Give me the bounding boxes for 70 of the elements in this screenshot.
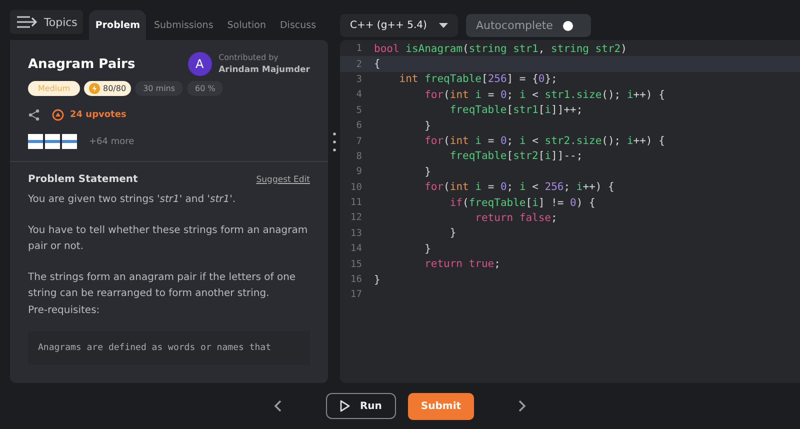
- company-logo: [45, 134, 60, 149]
- tag: 80/80: [84, 81, 132, 96]
- line-number: 6: [355, 120, 363, 132]
- code-line: if(freqTable[i] != 0) {: [448, 196, 596, 209]
- code-line: }: [424, 166, 431, 178]
- code-line: }: [374, 274, 380, 286]
- tab[interactable]: Problem: [89, 10, 146, 40]
- company-logo: [62, 134, 77, 149]
- code-line: for(int i = 0; i < str1.size(); i++) {: [424, 88, 665, 101]
- submit-button[interactable]: Submit: [408, 392, 474, 420]
- bolt-icon: [89, 83, 100, 94]
- code-block: Anagrams are defined as words or names that: [28, 331, 310, 365]
- line-number: 11: [350, 197, 363, 208]
- chevron-right-icon[interactable]: [518, 400, 526, 412]
- play-icon: [340, 400, 350, 412]
- code-line: for(int i = 0; i < 256; i++) {: [424, 181, 614, 194]
- tab[interactable]: Submissions: [148, 10, 220, 40]
- line-number: 14: [350, 243, 363, 254]
- topics-button[interactable]: Topics: [10, 10, 84, 34]
- menu-icon: [16, 15, 38, 29]
- chevron-left-icon[interactable]: [274, 400, 282, 412]
- section-heading: Problem Statement: [28, 174, 138, 185]
- line-number: 5: [355, 104, 363, 116]
- line-number: 9: [355, 166, 363, 178]
- avatar: A: [188, 52, 212, 76]
- code-line: }: [424, 120, 431, 132]
- code-line: int freqTable[256] = {0};: [398, 73, 558, 86]
- line-number: 17: [350, 289, 363, 300]
- paragraph: You have to tell whether these strings form an anagram pair or not.: [28, 224, 309, 254]
- contributor-label: Contributed by: [218, 53, 280, 62]
- code-line: bool isAnagram(string str1, string str2): [374, 42, 627, 55]
- company-logo: [28, 134, 43, 149]
- line-number: 4: [355, 89, 363, 100]
- line-number: 13: [350, 228, 363, 239]
- drag-handle-icon[interactable]: [332, 132, 336, 152]
- line-number: 7: [355, 136, 363, 147]
- problem-title: Anagram Pairs: [28, 56, 136, 72]
- language-dropdown[interactable]: C++ (g++ 5.4): [340, 14, 458, 37]
- code-line: freqTable[str1[i]]++;: [448, 104, 583, 116]
- tag: 30 mins: [135, 81, 184, 96]
- code-line: for(int i = 0; i < str2.size(); i++) {: [424, 135, 665, 148]
- tab[interactable]: Solution: [221, 10, 272, 40]
- tab[interactable]: Discuss: [274, 10, 322, 40]
- code-line: freqTable[str2[i]]--;: [448, 150, 583, 162]
- contributor-name: Arindam Majumder: [218, 65, 310, 75]
- tag: Medium: [28, 81, 80, 96]
- run-button[interactable]: Run: [326, 393, 396, 419]
- more-companies[interactable]: +64 more: [89, 136, 134, 146]
- upvote-icon: [52, 109, 64, 121]
- autocomplete-toggle[interactable]: Autocomplete: [466, 14, 591, 37]
- line-number: 3: [355, 74, 363, 85]
- share-icon[interactable]: [28, 109, 40, 121]
- code-line: {: [374, 58, 380, 70]
- line-number: 10: [350, 182, 363, 193]
- line-number: 16: [350, 274, 363, 286]
- tag: 60 %: [187, 81, 224, 96]
- line-number: 12: [350, 212, 363, 224]
- code-line: }: [448, 227, 456, 240]
- paragraph: You are given two strings 'str1' and 'str1'.: [28, 193, 237, 207]
- code-line: return true;: [424, 258, 500, 270]
- suggest-edit-link[interactable]: Suggest Edit: [256, 174, 310, 184]
- line-number: 15: [350, 258, 363, 270]
- upvote-button[interactable]: 24 upvotes: [52, 109, 126, 121]
- code-line: }: [424, 242, 431, 255]
- code-line: return false;: [474, 212, 558, 224]
- paragraph: The strings form an anagram pair if the letters of one string can be rearranged to form another string. Pre-requisites:: [28, 270, 297, 318]
- line-number: 8: [355, 150, 363, 162]
- caret-icon: [439, 23, 448, 28]
- line-number: 1: [355, 43, 363, 54]
- line-number: 2: [355, 58, 363, 70]
